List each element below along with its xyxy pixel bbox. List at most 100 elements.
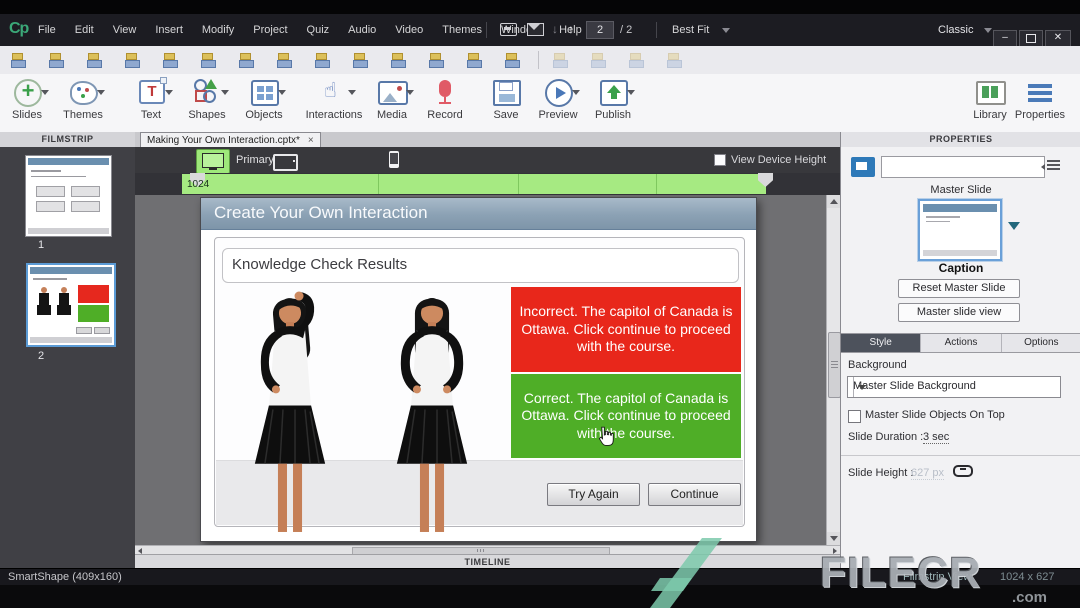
item-name-input[interactable] — [881, 156, 1045, 178]
workspace-dropdown[interactable]: Classic — [938, 24, 973, 36]
save-floppy-icon — [493, 80, 521, 106]
try-again-button[interactable]: Try Again — [547, 483, 640, 506]
background-dropdown[interactable]: Master Slide Background — [847, 376, 1061, 398]
question-textbox[interactable]: Knowledge Check Results — [222, 248, 739, 283]
tab-options[interactable]: Options — [1002, 334, 1080, 352]
interactions-button[interactable]: ☝ Interactions — [299, 78, 369, 128]
preview-button[interactable]: Preview — [531, 78, 585, 128]
chevron-down-icon[interactable] — [627, 90, 635, 95]
chevron-down-icon[interactable] — [97, 90, 105, 95]
reset-master-slide-button[interactable]: Reset Master Slide — [898, 279, 1020, 298]
menu-video[interactable]: Video — [395, 24, 423, 36]
chevron-down-icon[interactable] — [278, 90, 286, 95]
slide-stage[interactable]: Create Your Own Interaction Knowledge Ch… — [200, 197, 757, 542]
shapes-button[interactable]: Shapes — [180, 78, 234, 128]
distribute-horizontal-icon[interactable] — [238, 52, 254, 68]
objects-button[interactable]: Objects — [237, 78, 291, 128]
properties-button[interactable]: Properties — [1014, 78, 1066, 128]
media-button[interactable]: Media — [365, 78, 419, 128]
library-button[interactable]: Library — [963, 78, 1017, 128]
tab-actions[interactable]: Actions — [921, 334, 1001, 352]
thumb-correct-box — [78, 305, 109, 322]
resize-same-icon[interactable] — [504, 52, 520, 68]
chevron-down-icon[interactable] — [41, 90, 49, 95]
shapes-icon — [193, 79, 219, 103]
chevron-down-icon[interactable] — [406, 90, 414, 95]
align-canvas-middle-icon[interactable] — [466, 52, 482, 68]
primary-breakpoint-band[interactable] — [182, 174, 766, 194]
chevron-down-icon[interactable] — [853, 377, 870, 397]
slides-button[interactable]: Slides — [0, 78, 54, 128]
zoom-level-dropdown[interactable]: Best Fit — [672, 24, 709, 36]
size-equal-icon[interactable] — [390, 52, 406, 68]
slide-1-number: 1 — [38, 239, 44, 251]
menu-themes[interactable]: Themes — [442, 24, 482, 36]
master-slide-dropdown-icon[interactable] — [1008, 222, 1020, 230]
chevron-down-icon[interactable] — [165, 90, 173, 95]
phone-icon[interactable] — [389, 151, 399, 168]
align-center-icon[interactable] — [48, 52, 64, 68]
tab-close-icon[interactable]: × — [308, 134, 314, 148]
scroll-down-button[interactable] — [827, 532, 841, 545]
themes-button[interactable]: Themes — [56, 78, 110, 128]
master-slide-view-button[interactable]: Master slide view — [898, 303, 1020, 322]
menu-view[interactable]: View — [113, 24, 137, 36]
size-width-icon[interactable] — [314, 52, 330, 68]
link-chain-icon[interactable] — [953, 465, 973, 477]
master-slide-thumbnail[interactable] — [918, 199, 1002, 261]
minimize-button[interactable]: – — [993, 30, 1017, 47]
distribute-vertical-icon[interactable] — [276, 52, 292, 68]
menu-project[interactable]: Project — [253, 24, 287, 36]
align-canvas-center-icon[interactable] — [428, 52, 444, 68]
chevron-down-icon[interactable] — [722, 28, 730, 33]
chevron-down-icon[interactable] — [984, 28, 992, 33]
align-bottom-icon[interactable] — [200, 52, 216, 68]
align-left-icon[interactable] — [10, 52, 26, 68]
menu-insert[interactable]: Insert — [155, 24, 183, 36]
align-right-icon[interactable] — [86, 52, 102, 68]
menu-edit[interactable]: Edit — [75, 24, 94, 36]
slide-2-thumbnail[interactable] — [26, 263, 116, 347]
menu-modify[interactable]: Modify — [202, 24, 234, 36]
align-top-icon[interactable] — [124, 52, 140, 68]
next-slide-arrow-icon[interactable]: ↑ — [568, 22, 574, 36]
continue-button[interactable]: Continue — [648, 483, 741, 506]
record-button[interactable]: Record — [418, 78, 472, 128]
chevron-down-icon[interactable] — [348, 90, 356, 95]
menu-file[interactable]: File — [38, 24, 56, 36]
main-toolbar: Slides Themes Text Shapes Objects ☝ Inte… — [0, 74, 1080, 133]
slide-1-thumbnail[interactable] — [25, 155, 112, 237]
vertical-scrollbar[interactable] — [826, 195, 841, 545]
save-button[interactable]: Save — [479, 78, 533, 128]
envelope-icon[interactable] — [527, 23, 544, 36]
text-button[interactable]: Text — [124, 78, 178, 128]
slide-number-input[interactable]: 2 — [586, 21, 614, 39]
stage-canvas[interactable]: Create Your Own Interaction Knowledge Ch… — [135, 195, 840, 545]
tablet-icon[interactable] — [273, 154, 298, 171]
menu-quiz[interactable]: Quiz — [307, 24, 330, 36]
tab-style[interactable]: Style — [841, 334, 921, 352]
chevron-down-icon[interactable] — [572, 90, 580, 95]
slide-title-bar[interactable]: Create Your Own Interaction — [201, 198, 756, 230]
primary-monitor-icon[interactable] — [196, 149, 230, 174]
thumb-titlebar — [923, 204, 997, 212]
menu-audio[interactable]: Audio — [348, 24, 376, 36]
chevron-down-icon[interactable] — [221, 90, 229, 95]
previous-slide-arrow-icon[interactable]: ↓ — [552, 22, 558, 36]
size-height-icon[interactable] — [352, 52, 368, 68]
view-device-height-checkbox[interactable] — [714, 154, 726, 166]
align-middle-icon[interactable] — [162, 52, 178, 68]
maximize-button[interactable] — [1019, 30, 1043, 47]
panel-menu-icon[interactable] — [1047, 160, 1060, 162]
document-tab[interactable]: Making Your Own Interaction.cptx* × — [140, 132, 321, 148]
scroll-up-button[interactable] — [827, 195, 841, 208]
slide-duration-value[interactable]: 3 sec — [923, 431, 949, 444]
close-button[interactable]: ✕ — [1045, 30, 1071, 47]
projector-icon[interactable] — [500, 23, 517, 36]
objects-on-top-checkbox[interactable] — [848, 410, 861, 423]
correct-feedback-box[interactable]: Correct. The capitol of Canada is Ottawa… — [511, 374, 741, 458]
incorrect-feedback-box[interactable]: Incorrect. The capitol of Canada is Otta… — [511, 287, 741, 372]
woman-confused-photo[interactable] — [234, 285, 346, 538]
publish-button[interactable]: Publish — [586, 78, 640, 128]
woman-smiling-photo[interactable] — [376, 285, 488, 538]
